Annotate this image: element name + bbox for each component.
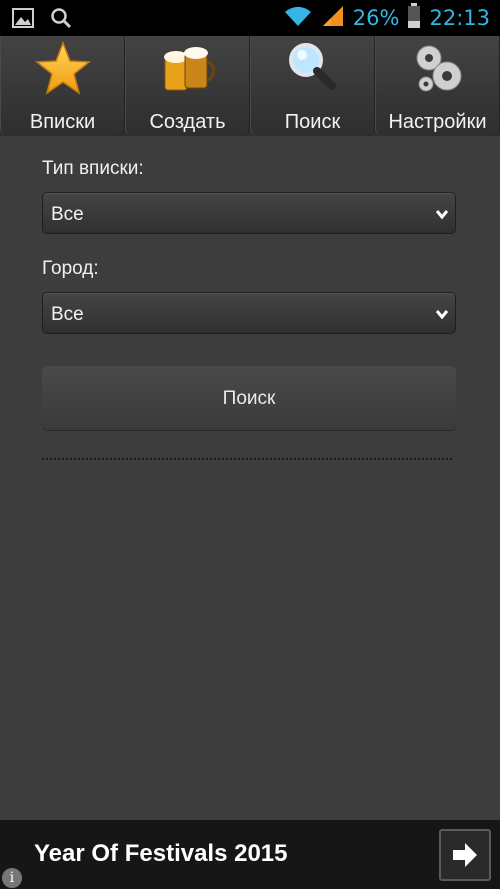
tab-settings[interactable]: Настройки	[375, 36, 500, 136]
tab-create[interactable]: Создать	[125, 36, 250, 136]
search-button-label: Поиск	[222, 388, 276, 409]
battery-percent: 26%	[352, 6, 400, 30]
clock: 22:13	[429, 6, 490, 30]
arrow-right-icon	[441, 843, 489, 883]
tab-search[interactable]: Поиск	[250, 36, 375, 136]
signal-icon	[321, 4, 345, 33]
city-select-value: Все	[51, 304, 84, 325]
banner-title: Year Of Festivals 2015	[34, 840, 288, 867]
tab-label: Создать	[149, 111, 226, 133]
tab-label: Поиск	[284, 111, 341, 133]
search-button[interactable]: Поиск	[42, 366, 456, 430]
tab-vpiski[interactable]: Вписки	[0, 36, 125, 136]
star-icon	[34, 40, 92, 98]
wifi-icon	[283, 4, 313, 33]
gears-icon	[409, 40, 467, 98]
type-select[interactable]: Все	[42, 192, 456, 234]
beer-icon	[159, 40, 217, 98]
tab-label: Настройки	[388, 111, 487, 133]
city-select[interactable]: Все	[42, 292, 456, 334]
search-icon	[50, 7, 72, 34]
type-label: Тип вписки:	[42, 158, 144, 179]
chevron-down-icon	[435, 307, 449, 321]
tab-bar: Вписки Создать Поиск Настройки	[0, 36, 500, 136]
battery-icon	[407, 2, 421, 34]
ad-banner[interactable]: Year Of Festivals 2015 i	[0, 820, 500, 889]
tab-label: Вписки	[29, 111, 96, 133]
chevron-down-icon	[435, 207, 449, 221]
info-icon[interactable]: i	[2, 868, 22, 888]
arrow-button[interactable]	[439, 829, 491, 881]
gallery-icon	[12, 8, 34, 33]
search-form: Тип вписки: Все Город: Все Поиск	[0, 136, 500, 820]
magnifier-icon	[284, 40, 342, 98]
divider	[42, 458, 452, 460]
city-label: Город:	[42, 258, 99, 279]
status-bar: 26% 22:13	[0, 0, 500, 36]
type-select-value: Все	[51, 204, 84, 225]
